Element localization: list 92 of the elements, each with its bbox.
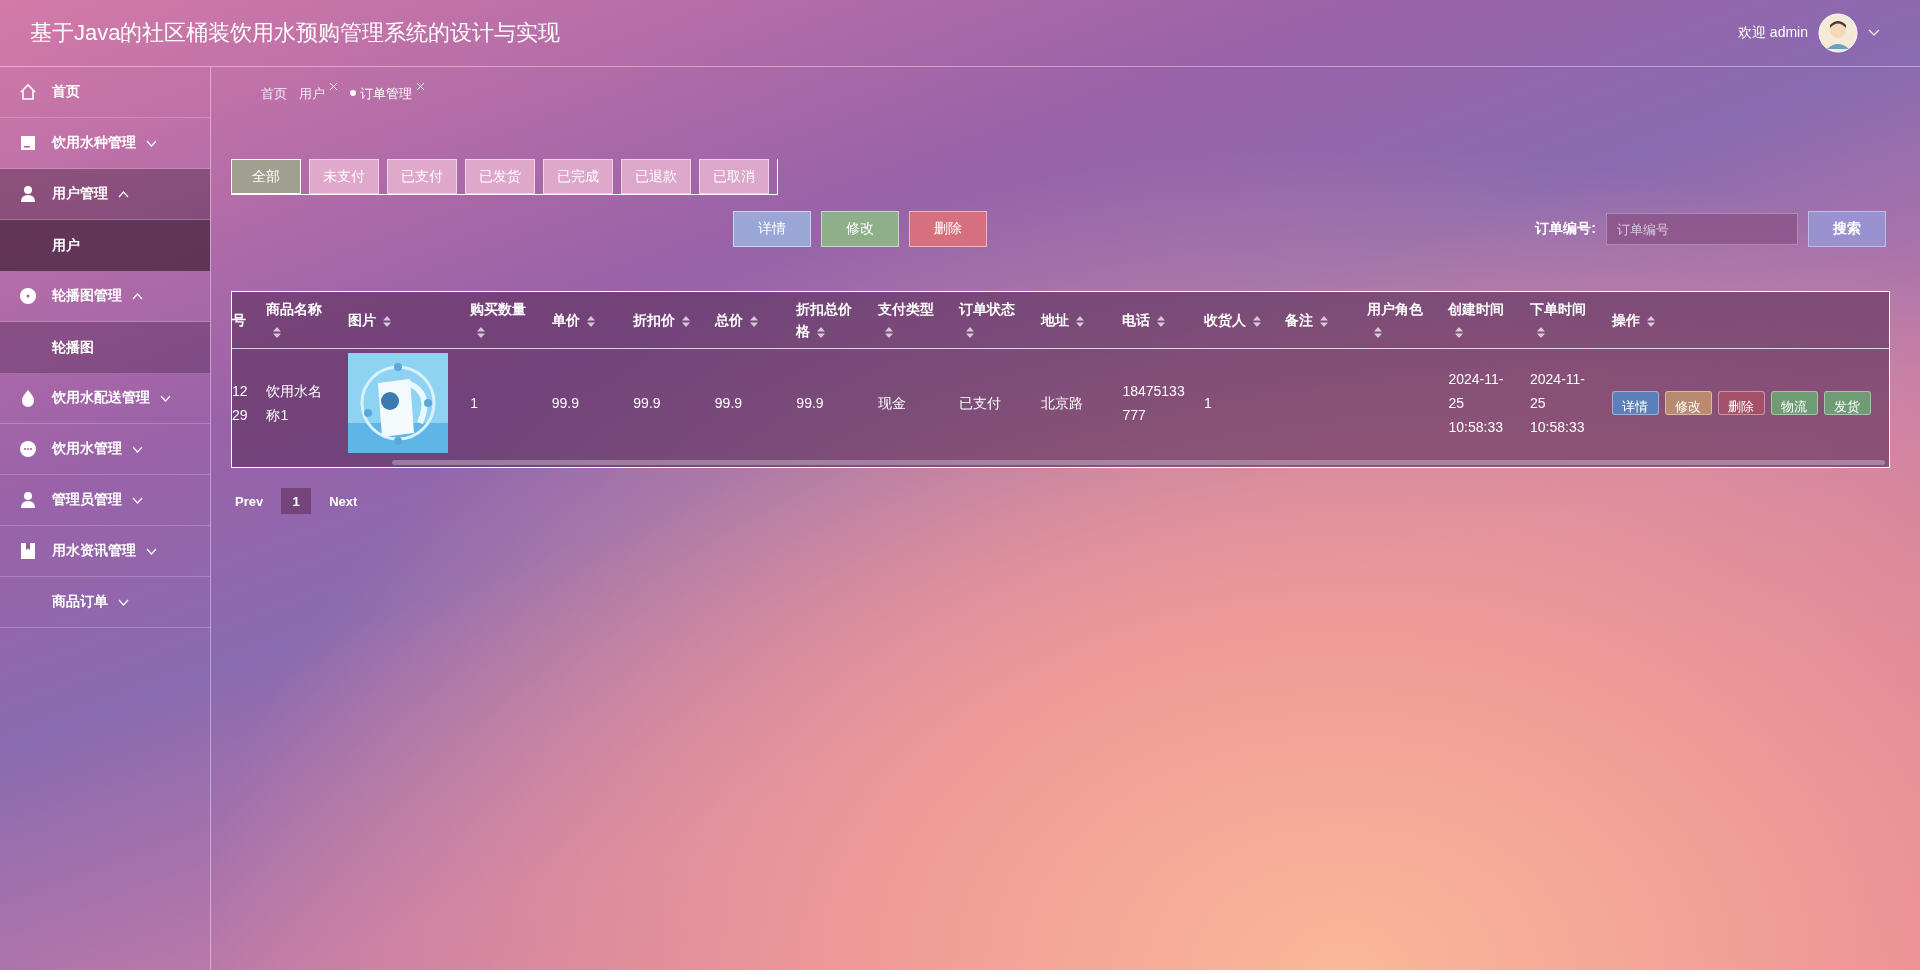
- toolbar-button[interactable]: 详情: [733, 211, 811, 247]
- column-header[interactable]: 图片: [340, 292, 463, 349]
- welcome-text: 欢迎 admin: [1737, 24, 1808, 42]
- table-cell: 2024-11-25 10:58:33: [1522, 348, 1604, 467]
- sidebar-subitem[interactable]: 轮播图: [0, 322, 210, 373]
- column-header[interactable]: 购买数量: [462, 292, 544, 349]
- column-header[interactable]: 支付类型: [869, 292, 952, 349]
- column-header[interactable]: 操作: [1603, 292, 1889, 349]
- row-action-button[interactable]: 删除: [1717, 391, 1765, 415]
- sort-icon[interactable]: [272, 325, 283, 339]
- dots-icon: [18, 439, 38, 459]
- disc-icon: [18, 286, 38, 306]
- sidebar-item[interactable]: 用户管理: [0, 169, 210, 220]
- column-header[interactable]: 下单时间: [1522, 292, 1604, 349]
- sort-icon[interactable]: [1372, 325, 1383, 339]
- column-header[interactable]: 总价: [706, 292, 789, 349]
- close-icon[interactable]: [416, 82, 425, 91]
- row-action-button[interactable]: 发货: [1823, 391, 1871, 415]
- next-link[interactable]: Next: [325, 493, 362, 509]
- row-action-button[interactable]: 修改: [1664, 391, 1712, 415]
- sidebar-item[interactable]: 饮用水管理: [0, 424, 210, 475]
- sort-icon[interactable]: [585, 314, 596, 328]
- column-header[interactable]: 单价: [543, 292, 626, 349]
- sidebar-subitem[interactable]: 用户: [0, 220, 210, 271]
- table-cell: 已支付: [951, 348, 1033, 467]
- sort-icon[interactable]: [1156, 314, 1167, 328]
- sidebar-item[interactable]: 饮用水配送管理: [0, 373, 210, 424]
- sidebar-item[interactable]: 轮播图管理: [0, 271, 210, 322]
- sidebar-item[interactable]: 管理员管理: [0, 475, 210, 526]
- column-header[interactable]: 折扣价: [625, 292, 707, 349]
- column-header[interactable]: 折扣总价格: [788, 292, 870, 349]
- column-header[interactable]: 备注: [1277, 292, 1359, 349]
- table-cell: 1: [462, 348, 544, 467]
- table-cell: 北京路: [1032, 348, 1115, 467]
- sidebar-item[interactable]: 饮用水种管理: [0, 118, 210, 169]
- row-action-button[interactable]: 详情: [1611, 391, 1659, 415]
- box-icon: [18, 133, 38, 153]
- column-header[interactable]: 电话: [1114, 292, 1196, 349]
- scrollbar[interactable]: [392, 460, 1885, 465]
- sort-icon[interactable]: [1251, 314, 1262, 328]
- page-tab[interactable]: 订单管理: [350, 85, 425, 103]
- sort-icon[interactable]: [1454, 325, 1465, 339]
- sort-icon[interactable]: [883, 325, 894, 339]
- user-icon: [18, 184, 38, 204]
- search-button[interactable]: 搜索: [1808, 211, 1886, 247]
- sidebar-item[interactable]: 首页: [0, 67, 210, 118]
- sort-icon[interactable]: [476, 325, 487, 339]
- sort-icon[interactable]: [382, 314, 392, 328]
- app-title: 基于Java的社区桶装饮用水预购管理系统的设计与实现: [30, 19, 561, 47]
- search-label: 订单编号:: [1535, 220, 1596, 238]
- sort-icon[interactable]: [816, 325, 827, 339]
- column-header[interactable]: 订单状态: [951, 292, 1033, 349]
- column-header[interactable]: 号: [232, 292, 259, 349]
- table-cell: 18475133777: [1114, 348, 1196, 467]
- sort-icon[interactable]: [1074, 314, 1085, 328]
- table-cell: 99.9: [543, 348, 626, 467]
- toolbar-button[interactable]: 删除: [909, 211, 987, 247]
- column-header[interactable]: 地址: [1032, 292, 1115, 349]
- bookmark-icon: [18, 541, 38, 561]
- search-field[interactable]: 订单编号: [1606, 213, 1798, 245]
- prev-link[interactable]: Prev: [231, 493, 268, 509]
- table-cell: 饮用水名称1: [258, 348, 340, 467]
- caret-icon[interactable]: [1868, 29, 1880, 37]
- table-cell: 2024-11-25 10:58:33: [1440, 348, 1522, 467]
- avatar-icon[interactable]: [1818, 13, 1858, 53]
- status-tab[interactable]: 全部: [231, 159, 301, 194]
- page-tab[interactable]: 首页: [261, 85, 287, 103]
- table-cell: 现金: [869, 348, 952, 467]
- home-icon: [18, 82, 38, 102]
- column-header[interactable]: 收货人: [1195, 292, 1278, 349]
- table-cell: 99.9: [788, 348, 870, 467]
- close-icon[interactable]: [329, 82, 338, 91]
- sort-icon[interactable]: [1319, 314, 1330, 328]
- sort-icon[interactable]: [748, 314, 759, 328]
- page-tab[interactable]: 用户: [299, 85, 338, 103]
- column-header[interactable]: 创建时间: [1440, 292, 1522, 349]
- user-icon: [18, 490, 38, 510]
- row-action-button[interactable]: 物流: [1770, 391, 1818, 415]
- sort-icon[interactable]: [1645, 314, 1656, 328]
- sidebar-item[interactable]: 商品订单: [0, 577, 210, 628]
- column-header[interactable]: 用户角色: [1358, 292, 1441, 349]
- table-cell: 1229: [232, 348, 259, 467]
- sort-icon[interactable]: [1536, 325, 1546, 339]
- sort-icon[interactable]: [965, 325, 976, 339]
- table-cell: 99.9: [706, 348, 789, 467]
- table-cell: 1: [1195, 348, 1278, 467]
- page-number[interactable]: 1: [281, 488, 312, 514]
- column-header[interactable]: 商品名称: [258, 292, 340, 349]
- sidebar-item[interactable]: 用水资讯管理: [0, 526, 210, 577]
- sort-icon[interactable]: [681, 314, 692, 328]
- toolbar-button[interactable]: 修改: [821, 211, 899, 247]
- table-cell: 99.9: [625, 348, 707, 467]
